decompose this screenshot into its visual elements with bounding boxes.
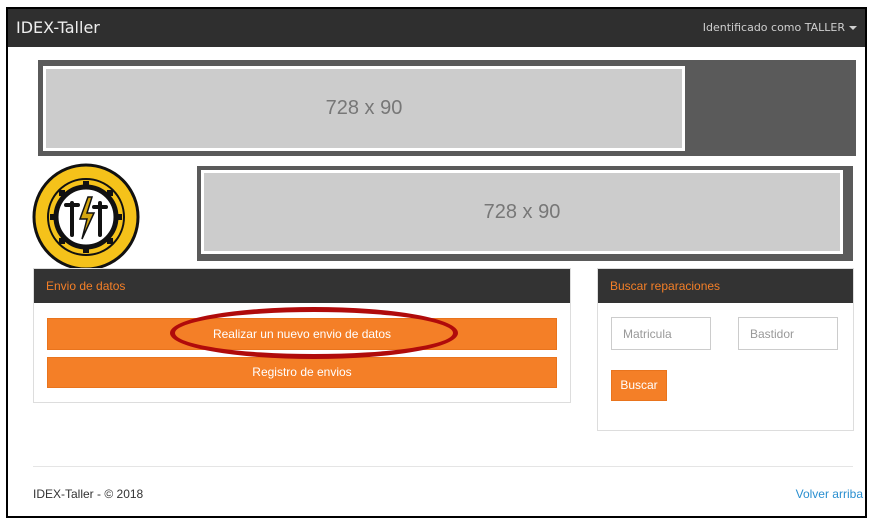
user-menu-toggle[interactable]: Identificado como TALLER [703, 21, 857, 34]
back-to-top-link[interactable]: Volver arriba [796, 487, 863, 501]
footer-divider [33, 466, 853, 467]
user-menu-label: Identificado como TALLER [702, 21, 845, 34]
top-navbar: IDEX-Taller Identificado como TALLER [8, 9, 865, 47]
matricula-input[interactable] [611, 317, 711, 350]
footer-copyright: IDEX-Taller - © 2018 [33, 487, 144, 501]
ad-banner-second[interactable]: 728 x 90 [201, 170, 843, 254]
gremi-logo [32, 163, 140, 271]
ad-banner-top-label: 728 x 90 [325, 97, 403, 119]
search-button[interactable]: Buscar [611, 370, 667, 401]
ad-banner-top[interactable]: 728 x 90 [43, 66, 685, 151]
search-panel-title: Buscar reparaciones [598, 269, 853, 303]
envio-panel-title: Envio de datos [34, 269, 570, 303]
caret-down-icon [849, 26, 857, 30]
brand-link[interactable]: IDEX-Taller [16, 18, 100, 37]
registry-button[interactable]: Registro de envios [47, 357, 557, 388]
ad-banner-second-label: 728 x 90 [483, 200, 561, 223]
bastidor-input[interactable] [738, 317, 838, 350]
new-envio-button[interactable]: Realizar un nuevo envio de datos [47, 318, 557, 350]
